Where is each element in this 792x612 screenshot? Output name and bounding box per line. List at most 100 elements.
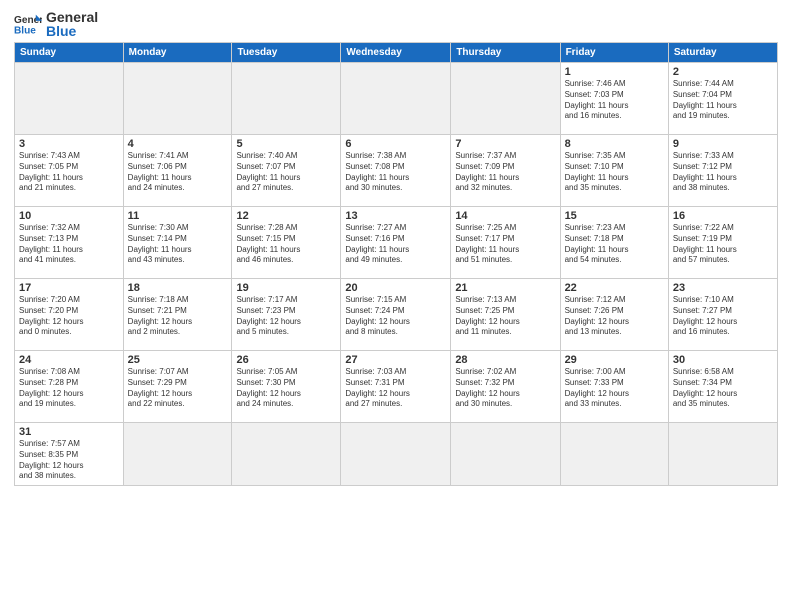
calendar-day-cell <box>123 63 232 135</box>
day-info: Sunrise: 7:37 AM Sunset: 7:09 PM Dayligh… <box>455 151 555 194</box>
calendar-day-cell <box>123 423 232 486</box>
calendar-table: SundayMondayTuesdayWednesdayThursdayFrid… <box>14 42 778 486</box>
day-info: Sunrise: 7:46 AM Sunset: 7:03 PM Dayligh… <box>565 79 664 122</box>
calendar-day-cell: 11Sunrise: 7:30 AM Sunset: 7:14 PM Dayli… <box>123 207 232 279</box>
calendar-day-cell: 2Sunrise: 7:44 AM Sunset: 7:04 PM Daylig… <box>668 63 777 135</box>
calendar-week-row: 17Sunrise: 7:20 AM Sunset: 7:20 PM Dayli… <box>15 279 778 351</box>
calendar-day-cell: 17Sunrise: 7:20 AM Sunset: 7:20 PM Dayli… <box>15 279 124 351</box>
day-number: 2 <box>673 66 773 78</box>
weekday-header-saturday: Saturday <box>668 43 777 63</box>
day-number: 10 <box>19 210 119 222</box>
day-number: 9 <box>673 138 773 150</box>
calendar-day-cell: 5Sunrise: 7:40 AM Sunset: 7:07 PM Daylig… <box>232 135 341 207</box>
calendar-day-cell: 26Sunrise: 7:05 AM Sunset: 7:30 PM Dayli… <box>232 351 341 423</box>
day-info: Sunrise: 7:44 AM Sunset: 7:04 PM Dayligh… <box>673 79 773 122</box>
day-number: 27 <box>345 354 446 366</box>
calendar-day-cell: 13Sunrise: 7:27 AM Sunset: 7:16 PM Dayli… <box>341 207 451 279</box>
day-info: Sunrise: 7:08 AM Sunset: 7:28 PM Dayligh… <box>19 367 119 410</box>
calendar-week-row: 3Sunrise: 7:43 AM Sunset: 7:05 PM Daylig… <box>15 135 778 207</box>
day-info: Sunrise: 7:40 AM Sunset: 7:07 PM Dayligh… <box>236 151 336 194</box>
calendar-day-cell: 15Sunrise: 7:23 AM Sunset: 7:18 PM Dayli… <box>560 207 668 279</box>
weekday-header-thursday: Thursday <box>451 43 560 63</box>
calendar-day-cell <box>451 423 560 486</box>
calendar-day-cell: 14Sunrise: 7:25 AM Sunset: 7:17 PM Dayli… <box>451 207 560 279</box>
weekday-header-sunday: Sunday <box>15 43 124 63</box>
calendar-day-cell: 24Sunrise: 7:08 AM Sunset: 7:28 PM Dayli… <box>15 351 124 423</box>
day-number: 24 <box>19 354 119 366</box>
calendar-week-row: 1Sunrise: 7:46 AM Sunset: 7:03 PM Daylig… <box>15 63 778 135</box>
day-number: 22 <box>565 282 664 294</box>
day-number: 1 <box>565 66 664 78</box>
calendar-day-cell: 8Sunrise: 7:35 AM Sunset: 7:10 PM Daylig… <box>560 135 668 207</box>
day-number: 17 <box>19 282 119 294</box>
calendar-week-row: 10Sunrise: 7:32 AM Sunset: 7:13 PM Dayli… <box>15 207 778 279</box>
weekday-header-wednesday: Wednesday <box>341 43 451 63</box>
calendar-day-cell: 6Sunrise: 7:38 AM Sunset: 7:08 PM Daylig… <box>341 135 451 207</box>
day-info: Sunrise: 7:02 AM Sunset: 7:32 PM Dayligh… <box>455 367 555 410</box>
calendar-day-cell: 18Sunrise: 7:18 AM Sunset: 7:21 PM Dayli… <box>123 279 232 351</box>
day-number: 4 <box>128 138 228 150</box>
calendar-day-cell: 28Sunrise: 7:02 AM Sunset: 7:32 PM Dayli… <box>451 351 560 423</box>
day-number: 20 <box>345 282 446 294</box>
day-info: Sunrise: 7:35 AM Sunset: 7:10 PM Dayligh… <box>565 151 664 194</box>
weekday-header-tuesday: Tuesday <box>232 43 341 63</box>
day-info: Sunrise: 7:30 AM Sunset: 7:14 PM Dayligh… <box>128 223 228 266</box>
day-info: Sunrise: 7:13 AM Sunset: 7:25 PM Dayligh… <box>455 295 555 338</box>
day-info: Sunrise: 7:22 AM Sunset: 7:19 PM Dayligh… <box>673 223 773 266</box>
day-info: Sunrise: 7:12 AM Sunset: 7:26 PM Dayligh… <box>565 295 664 338</box>
day-number: 5 <box>236 138 336 150</box>
calendar-day-cell: 12Sunrise: 7:28 AM Sunset: 7:15 PM Dayli… <box>232 207 341 279</box>
day-number: 23 <box>673 282 773 294</box>
calendar-day-cell <box>341 63 451 135</box>
calendar-day-cell: 16Sunrise: 7:22 AM Sunset: 7:19 PM Dayli… <box>668 207 777 279</box>
page-header: General Blue General Blue <box>14 10 778 38</box>
logo-blue-text: Blue <box>46 24 98 38</box>
day-number: 12 <box>236 210 336 222</box>
day-info: Sunrise: 7:41 AM Sunset: 7:06 PM Dayligh… <box>128 151 228 194</box>
logo-general-text: General <box>46 10 98 24</box>
day-info: Sunrise: 7:17 AM Sunset: 7:23 PM Dayligh… <box>236 295 336 338</box>
day-info: Sunrise: 7:07 AM Sunset: 7:29 PM Dayligh… <box>128 367 228 410</box>
calendar-day-cell <box>232 423 341 486</box>
calendar-day-cell <box>560 423 668 486</box>
day-info: Sunrise: 7:23 AM Sunset: 7:18 PM Dayligh… <box>565 223 664 266</box>
day-info: Sunrise: 7:10 AM Sunset: 7:27 PM Dayligh… <box>673 295 773 338</box>
calendar-day-cell: 31Sunrise: 7:57 AM Sunset: 8:35 PM Dayli… <box>15 423 124 486</box>
day-info: Sunrise: 7:57 AM Sunset: 8:35 PM Dayligh… <box>19 439 119 482</box>
calendar-day-cell: 22Sunrise: 7:12 AM Sunset: 7:26 PM Dayli… <box>560 279 668 351</box>
calendar-day-cell: 1Sunrise: 7:46 AM Sunset: 7:03 PM Daylig… <box>560 63 668 135</box>
day-number: 31 <box>19 426 119 438</box>
calendar-day-cell: 30Sunrise: 6:58 AM Sunset: 7:34 PM Dayli… <box>668 351 777 423</box>
calendar-day-cell: 7Sunrise: 7:37 AM Sunset: 7:09 PM Daylig… <box>451 135 560 207</box>
calendar-day-cell <box>668 423 777 486</box>
day-number: 18 <box>128 282 228 294</box>
calendar-day-cell: 29Sunrise: 7:00 AM Sunset: 7:33 PM Dayli… <box>560 351 668 423</box>
day-info: Sunrise: 7:33 AM Sunset: 7:12 PM Dayligh… <box>673 151 773 194</box>
calendar-day-cell <box>232 63 341 135</box>
calendar-day-cell: 27Sunrise: 7:03 AM Sunset: 7:31 PM Dayli… <box>341 351 451 423</box>
calendar-week-row: 24Sunrise: 7:08 AM Sunset: 7:28 PM Dayli… <box>15 351 778 423</box>
day-info: Sunrise: 7:38 AM Sunset: 7:08 PM Dayligh… <box>345 151 446 194</box>
day-number: 6 <box>345 138 446 150</box>
day-number: 15 <box>565 210 664 222</box>
day-number: 7 <box>455 138 555 150</box>
day-info: Sunrise: 7:28 AM Sunset: 7:15 PM Dayligh… <box>236 223 336 266</box>
calendar-day-cell: 23Sunrise: 7:10 AM Sunset: 7:27 PM Dayli… <box>668 279 777 351</box>
day-number: 3 <box>19 138 119 150</box>
calendar-week-row: 31Sunrise: 7:57 AM Sunset: 8:35 PM Dayli… <box>15 423 778 486</box>
day-number: 11 <box>128 210 228 222</box>
svg-text:Blue: Blue <box>14 25 36 35</box>
day-info: Sunrise: 7:15 AM Sunset: 7:24 PM Dayligh… <box>345 295 446 338</box>
calendar-day-cell <box>15 63 124 135</box>
calendar-day-cell <box>451 63 560 135</box>
day-number: 25 <box>128 354 228 366</box>
day-number: 28 <box>455 354 555 366</box>
day-info: Sunrise: 7:27 AM Sunset: 7:16 PM Dayligh… <box>345 223 446 266</box>
calendar-day-cell: 9Sunrise: 7:33 AM Sunset: 7:12 PM Daylig… <box>668 135 777 207</box>
day-number: 13 <box>345 210 446 222</box>
calendar-day-cell: 20Sunrise: 7:15 AM Sunset: 7:24 PM Dayli… <box>341 279 451 351</box>
calendar-day-cell: 21Sunrise: 7:13 AM Sunset: 7:25 PM Dayli… <box>451 279 560 351</box>
calendar-day-cell: 25Sunrise: 7:07 AM Sunset: 7:29 PM Dayli… <box>123 351 232 423</box>
calendar-day-cell: 4Sunrise: 7:41 AM Sunset: 7:06 PM Daylig… <box>123 135 232 207</box>
weekday-header-monday: Monday <box>123 43 232 63</box>
